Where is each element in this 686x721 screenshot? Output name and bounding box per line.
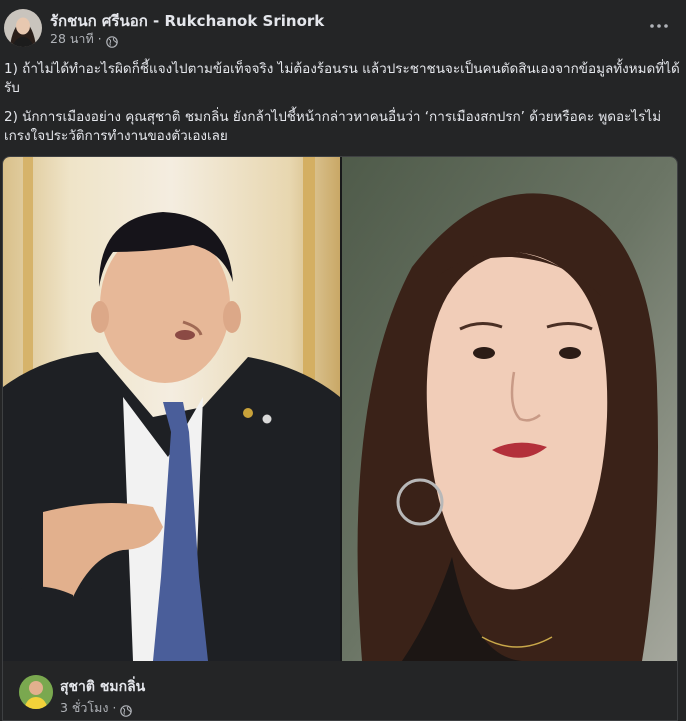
facebook-post: รักชนก ศรีนอก - Rukchanok Srinork 28 นาท… <box>0 0 686 721</box>
post-header: รักชนก ศรีนอก - Rukchanok Srinork 28 นาท… <box>0 0 686 56</box>
shared-post-header: สุชาติ ชมกลิ่น 3 ชั่วโมง · <box>3 661 677 720</box>
shared-author-avatar[interactable] <box>19 675 53 709</box>
shared-author-name[interactable]: สุชาติ ชมกลิ่น <box>60 676 145 698</box>
globe-icon[interactable] <box>105 33 118 48</box>
author-avatar[interactable] <box>4 9 42 47</box>
shared-post-meta: 3 ชั่วโมง · <box>60 698 133 718</box>
meta-separator: · <box>97 32 102 46</box>
shared-post-timestamp[interactable]: 3 ชั่วโมง <box>60 698 109 718</box>
post-paragraph-1: 1) ถ้าไม่ได้ทำอะไรผิดก็ชี้แจงไปตามข้อเท็… <box>4 61 680 96</box>
shared-meta-separator: · <box>112 701 117 715</box>
post-paragraph-2: 2) นักการเมืองอย่าง คุณสุชาติ ชมกลิ่น ยั… <box>4 109 662 144</box>
photo-man-in-suit <box>3 157 340 661</box>
more-horizontal-icon[interactable] <box>648 16 670 36</box>
photo-woman <box>342 157 677 661</box>
shared-post-card[interactable]: สุชาติ ชมกลิ่น 3 ชั่วโมง · <box>2 156 678 721</box>
post-meta: 28 นาที · <box>50 29 118 49</box>
globe-icon[interactable] <box>120 702 133 717</box>
shared-photo[interactable] <box>3 157 677 661</box>
post-timestamp[interactable]: 28 นาที <box>50 29 94 49</box>
